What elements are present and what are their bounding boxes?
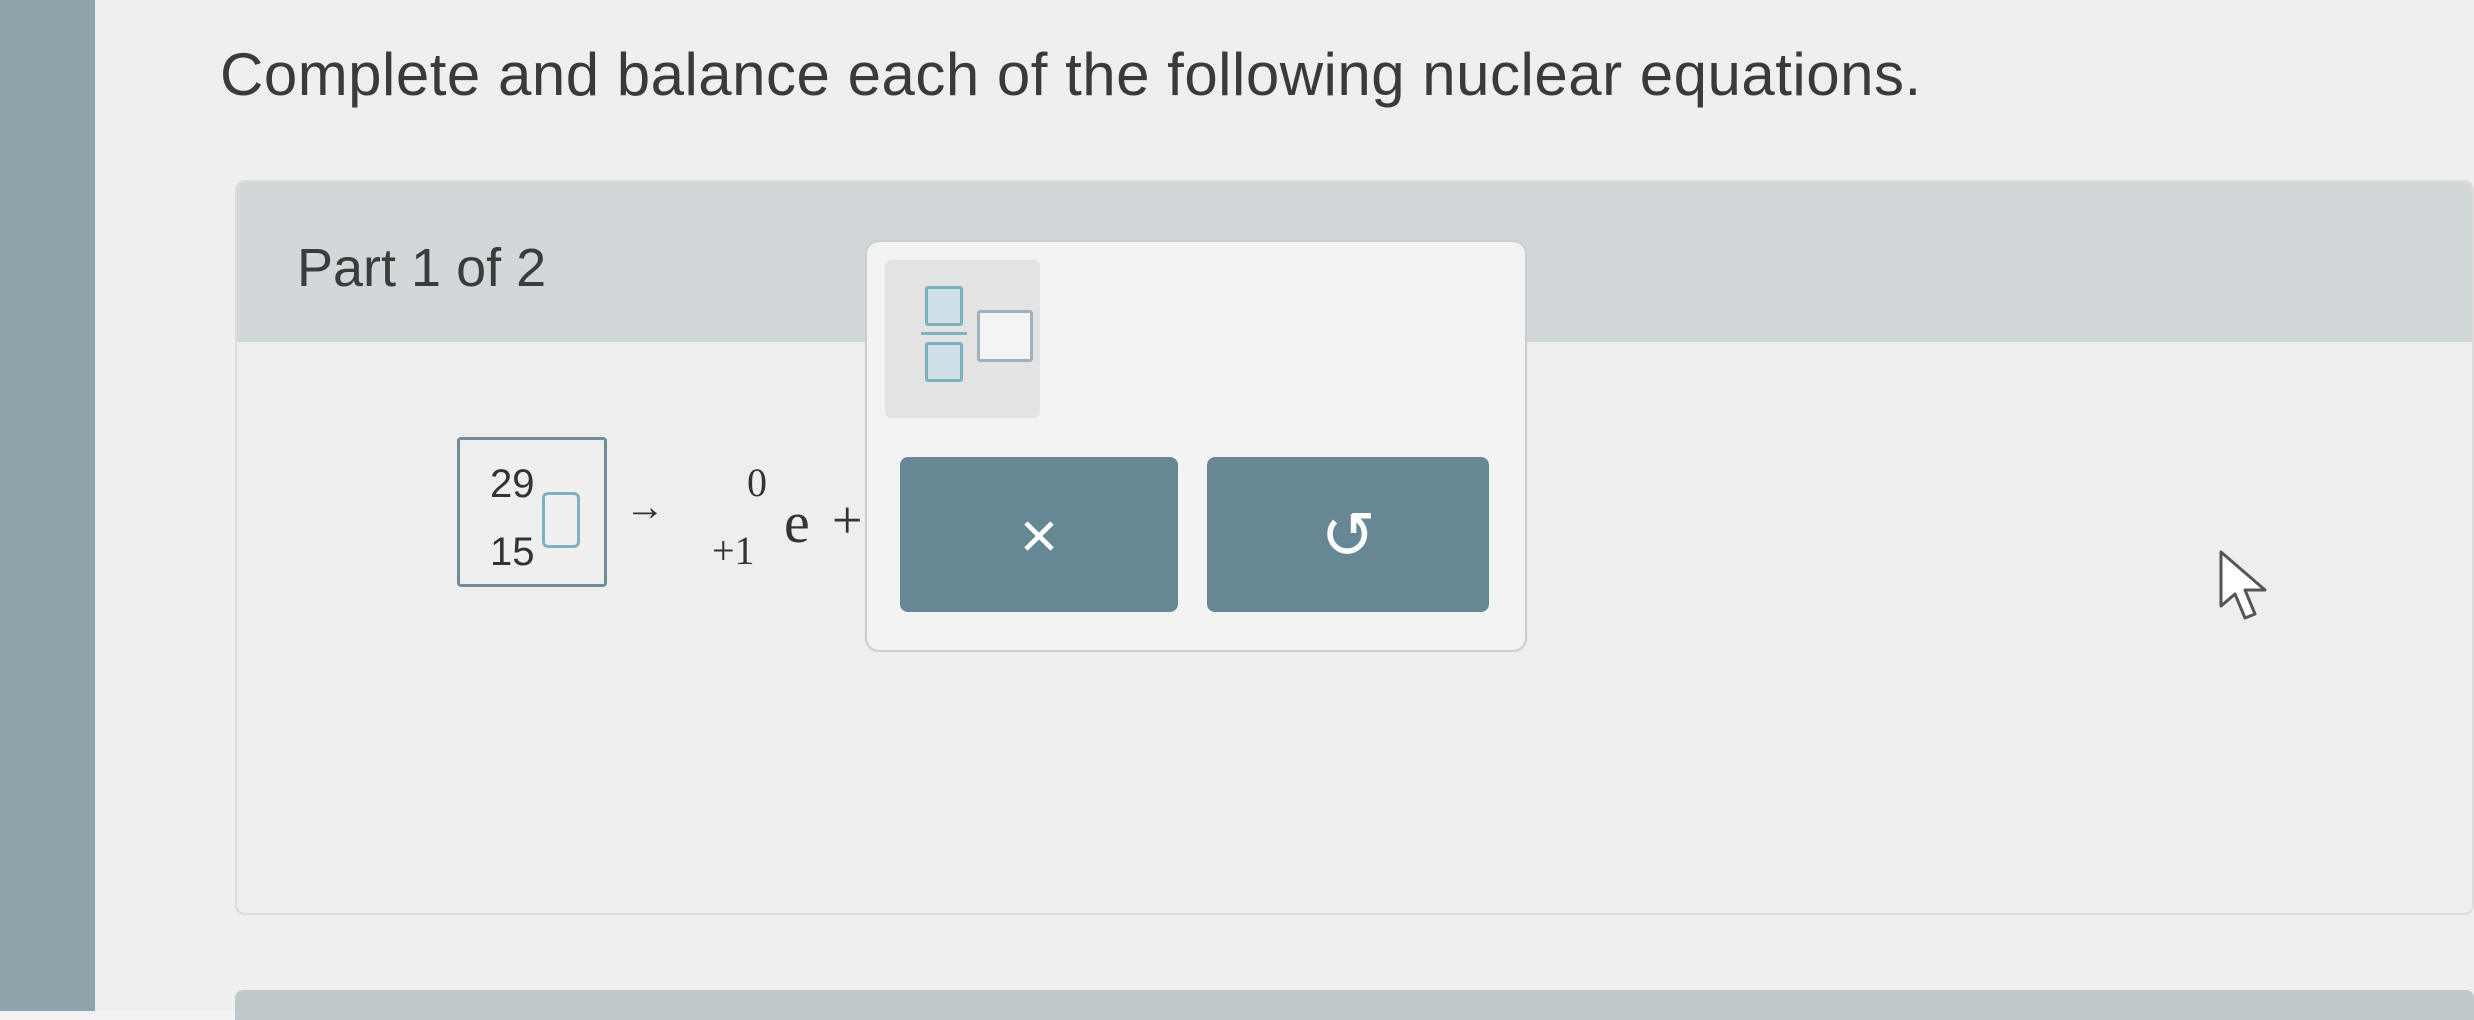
answer-input-box[interactable]: 29 15 <box>457 437 607 587</box>
atomic-number-input[interactable]: 15 <box>490 530 535 575</box>
reaction-arrow: → <box>625 485 665 529</box>
clear-button[interactable]: × <box>900 457 1178 612</box>
positron-charge: +1 <box>712 528 755 573</box>
mouse-cursor-icon <box>2219 550 2267 620</box>
plus-sign: + <box>832 490 863 550</box>
superscript-subscript-template-icon[interactable] <box>885 260 1040 418</box>
template-divider <box>921 332 967 335</box>
close-icon: × <box>1019 497 1059 572</box>
left-sidebar-strip <box>0 0 95 1011</box>
undo-icon: ↺ <box>1320 497 1376 572</box>
positron-nuclide: 0 +1 e <box>712 437 832 587</box>
template-top-box <box>925 286 963 326</box>
template-symbol-box <box>977 310 1033 362</box>
part-label: Part 1 of 2 <box>297 238 547 298</box>
positron-symbol: e <box>784 490 810 555</box>
undo-button[interactable]: ↺ <box>1207 457 1489 612</box>
question-title: Complete and balance each of the followi… <box>220 41 1922 108</box>
mass-number-input[interactable]: 29 <box>490 462 535 507</box>
answer-palette: × ↺ <box>865 240 1527 652</box>
positron-mass: 0 <box>747 460 767 505</box>
template-bottom-box <box>925 342 963 382</box>
element-symbol-slot[interactable] <box>542 492 580 548</box>
next-part-header <box>235 990 2474 1020</box>
